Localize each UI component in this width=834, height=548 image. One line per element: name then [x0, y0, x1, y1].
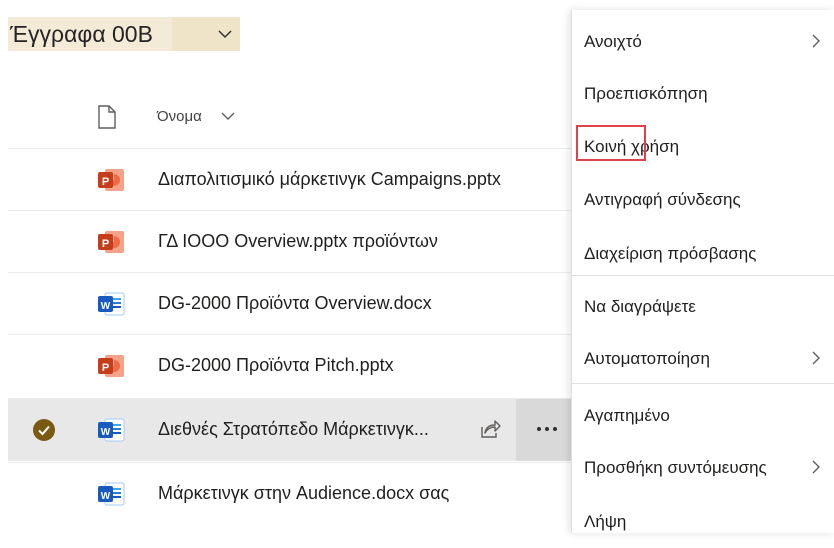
file-name-link[interactable]: DG-2000 Προϊόντα Pitch.pptx — [158, 355, 394, 376]
menu-item[interactable]: Αντιγραφή σύνδεσης — [572, 174, 834, 226]
file-row[interactable]: W Μάρκετινγκ στην Audience.docx σας — [8, 462, 580, 525]
menu-item-label: Να διαγράψετε — [584, 297, 696, 316]
menu-item-label: Προεπισκόπηση — [584, 84, 708, 103]
file-row[interactable]: P DG-2000 Προϊόντα Pitch.pptx — [8, 334, 580, 397]
context-menu: Ανοιχτό Προεπισκόπηση Κοινή χρήση Αντιγραφή… — [571, 10, 834, 533]
powerpoint-file-icon: P — [96, 352, 126, 380]
menu-item[interactable]: Διαχείριση πρόσβασης — [572, 228, 834, 280]
menu-item-label: Λήψη — [584, 512, 627, 531]
svg-text:P: P — [102, 362, 109, 374]
powerpoint-file-icon: P — [96, 228, 126, 256]
chevron-right-icon — [812, 460, 820, 474]
menu-item-label: Αυτοματοποίηση — [584, 349, 710, 368]
file-name-link[interactable]: ΓΔ ΙΟΟΟ Overview.pptx προϊόντων — [158, 231, 438, 252]
menu-item[interactable]: Να διαγράψετε — [572, 281, 834, 333]
menu-item-label: Αγαπημένο — [584, 406, 670, 425]
menu-item[interactable]: Προεπισκόπηση — [572, 68, 834, 120]
chevron-down-icon — [218, 30, 232, 39]
chevron-right-icon — [812, 34, 820, 48]
menu-item[interactable]: Προσθήκη συντόμευσης — [572, 442, 834, 494]
svg-text:P: P — [102, 238, 109, 250]
file-row[interactable]: W Διεθνές Στρατόπεδο Μάρκετινγκ... — [8, 398, 580, 461]
more-icon — [537, 427, 557, 431]
menu-item-label: Προσθήκη συντόμευσης — [584, 458, 767, 477]
svg-text:W: W — [101, 491, 111, 502]
powerpoint-file-icon: P — [96, 166, 126, 194]
library-title-button[interactable]: Έγγραφα 00B — [8, 17, 240, 51]
file-row[interactable]: P Διαπολιτισμικό μάρκετινγκ Campaigns.ppt… — [8, 148, 580, 211]
list-header: Όνομα — [0, 92, 580, 142]
name-column-header[interactable]: Όνομα — [157, 108, 202, 125]
word-file-icon: W — [96, 416, 126, 444]
file-name-link[interactable]: Διεθνές Στρατόπεδο Μάρκετινγκ... — [158, 419, 429, 440]
document-icon — [98, 105, 116, 129]
highlight-box — [576, 125, 646, 161]
menu-item-label: Διαχείριση πρόσβασης — [584, 244, 757, 263]
chevron-down-icon[interactable] — [219, 107, 237, 125]
file-name-link[interactable]: Μάρκετινγκ στην Audience.docx σας — [158, 483, 449, 504]
file-name-link[interactable]: DG-2000 Προϊόντα Overview.docx — [158, 293, 432, 314]
menu-item[interactable]: Αυτοματοποίηση — [572, 333, 834, 385]
chevron-right-icon — [812, 351, 820, 365]
file-row[interactable]: P ΓΔ ΙΟΟΟ Overview.pptx προϊόντων — [8, 210, 580, 273]
menu-item[interactable]: Λήψη — [572, 496, 834, 548]
menu-item-label: Αντιγραφή σύνδεσης — [584, 190, 741, 209]
menu-item-label: Ανοιχτό — [584, 32, 642, 51]
svg-text:W: W — [101, 427, 111, 438]
selected-check-icon[interactable] — [32, 418, 56, 442]
menu-item[interactable]: Αγαπημένο — [572, 390, 834, 442]
word-file-icon: W — [96, 290, 126, 318]
svg-text:W: W — [101, 301, 111, 312]
file-name-link[interactable]: Διαπολιτισμικό μάρκετινγκ Campaigns.pptx — [158, 169, 501, 190]
share-icon[interactable] — [478, 417, 502, 441]
word-file-icon: W — [96, 480, 126, 508]
file-row[interactable]: W DG-2000 Προϊόντα Overview.docx — [8, 272, 580, 335]
library-title: Έγγραφα 00B — [10, 21, 153, 47]
svg-text:P: P — [102, 176, 109, 188]
menu-item[interactable]: Ανοιχτό — [572, 16, 834, 68]
